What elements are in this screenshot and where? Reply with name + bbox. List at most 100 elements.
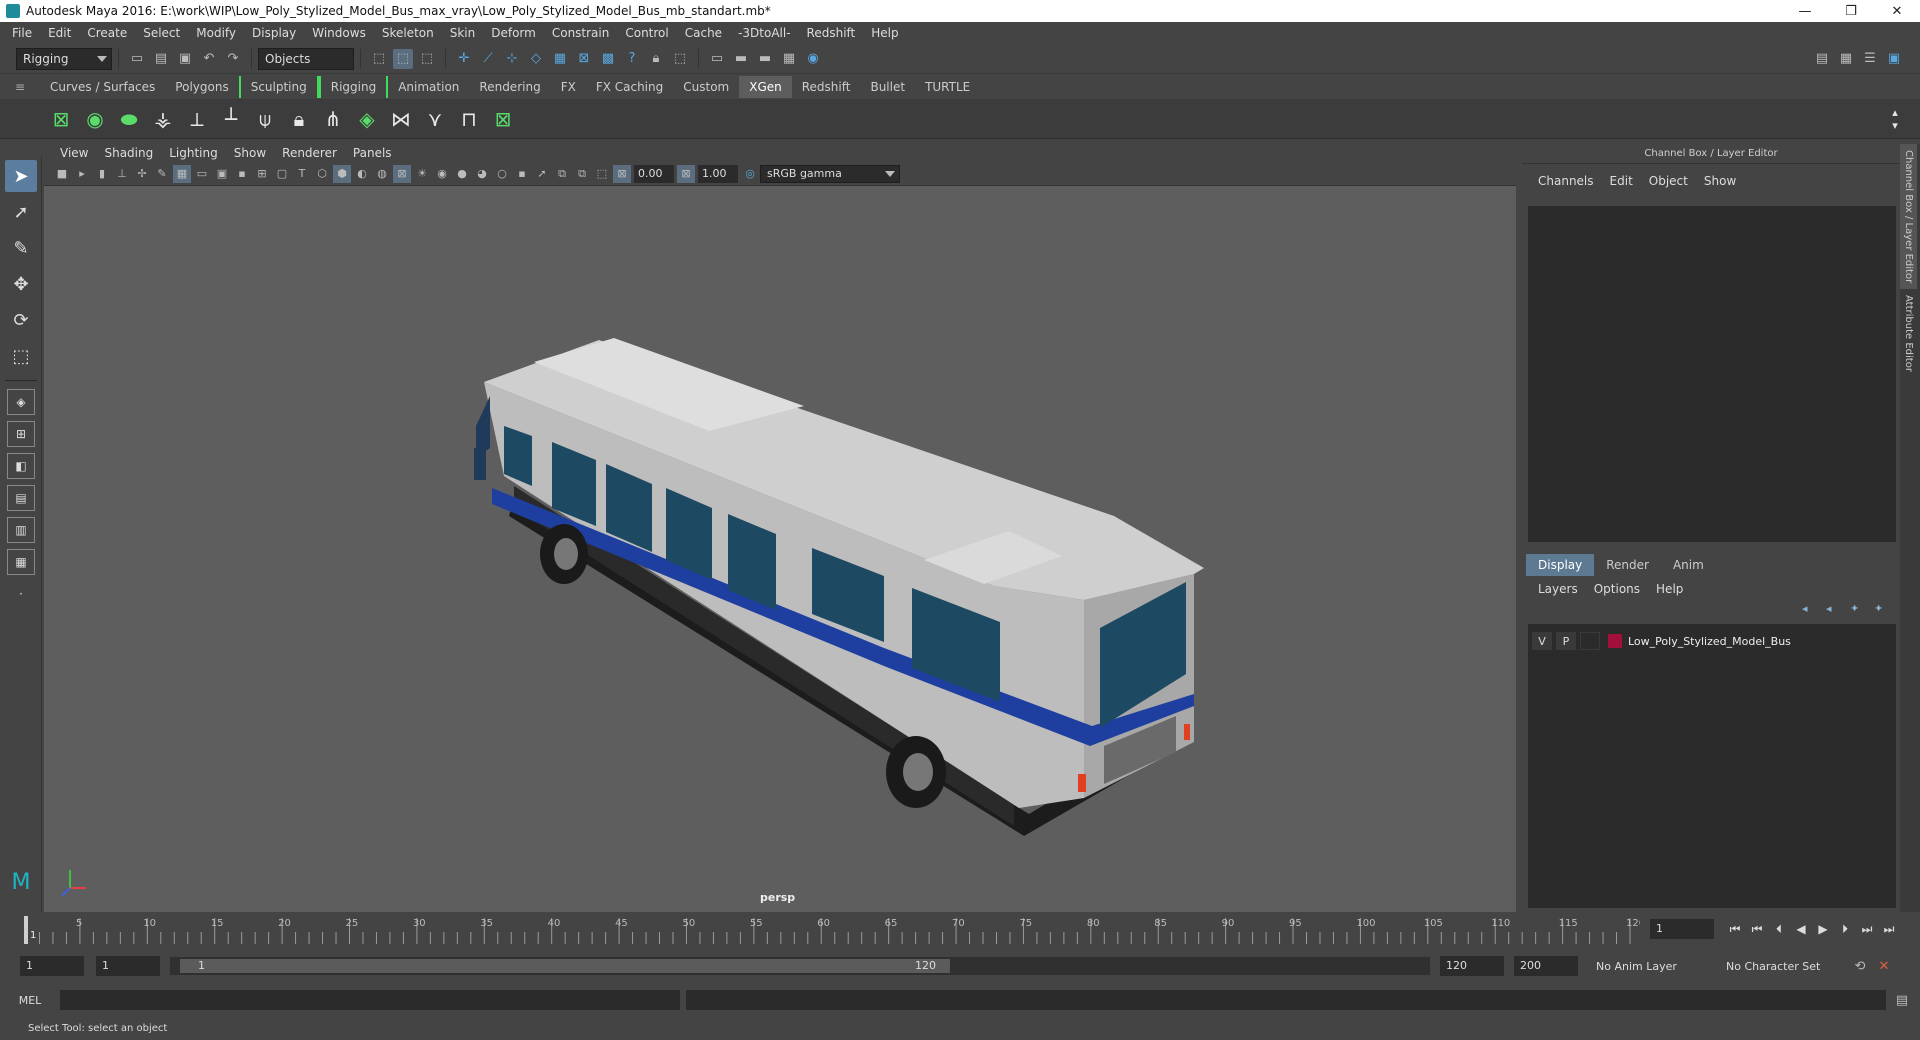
- paint-select-tool-icon[interactable]: ✎: [5, 232, 37, 264]
- shelf-menu-icon[interactable]: ≡: [0, 75, 40, 99]
- textured-icon[interactable]: ◍: [373, 165, 391, 183]
- menu-3dtoall[interactable]: -3DtoAll-: [730, 22, 798, 44]
- xgen-add-guide-icon[interactable]: ⚶: [146, 102, 180, 136]
- cb-menu-channels[interactable]: Channels: [1530, 174, 1602, 198]
- shelf-tab-curves[interactable]: Curves / Surfaces: [40, 76, 165, 98]
- snap-grid-icon[interactable]: ✛: [454, 49, 474, 69]
- shelf-tab-polygons[interactable]: Polygons: [165, 76, 238, 98]
- history-icon[interactable]: ▩: [598, 49, 618, 69]
- layer-color-swatch[interactable]: [1608, 634, 1622, 648]
- shelf-tab-rigging[interactable]: Rigging: [318, 76, 389, 98]
- color-management-icon[interactable]: ◎: [741, 165, 759, 183]
- shelf-tab-animation[interactable]: Animation: [388, 76, 469, 98]
- workspace-icon[interactable]: ▤: [1812, 49, 1832, 69]
- xgen-sculpt-icon[interactable]: ⋔: [316, 102, 350, 136]
- go-to-start-icon[interactable]: ⏮: [1724, 919, 1746, 939]
- shadows-icon[interactable]: ☀: [413, 165, 431, 183]
- scene-start-field[interactable]: 1: [20, 956, 84, 976]
- menu-cache[interactable]: Cache: [677, 22, 730, 44]
- character-set-dropdown[interactable]: No Character Set: [1720, 956, 1844, 976]
- lock-icon[interactable]: 🔒︎: [646, 49, 666, 69]
- play-forwards-icon[interactable]: ▶: [1812, 919, 1834, 939]
- le-menu-layers[interactable]: Layers: [1530, 582, 1586, 596]
- xgen-preview-icon[interactable]: ◉: [78, 102, 112, 136]
- menu-file[interactable]: File: [4, 22, 40, 44]
- minimize-button[interactable]: —: [1782, 0, 1828, 22]
- camera-attributes-icon[interactable]: ▸: [73, 165, 91, 183]
- gate-mask-icon[interactable]: ▪: [233, 165, 251, 183]
- step-back-key-icon[interactable]: ⏮: [1746, 919, 1768, 939]
- menu-windows[interactable]: Windows: [304, 22, 374, 44]
- vp-menu-panels[interactable]: Panels: [345, 146, 400, 160]
- ipr-render-icon[interactable]: ▬: [755, 49, 775, 69]
- query-icon[interactable]: ?: [622, 49, 642, 69]
- xray-joints-icon[interactable]: ⧉: [553, 165, 571, 183]
- two-d-pan-icon[interactable]: ✢: [133, 165, 151, 183]
- selection-lock-icon[interactable]: ⬚: [670, 49, 690, 69]
- xgen-layer-icon[interactable]: ◈: [350, 102, 384, 136]
- play-backwards-icon[interactable]: ◀: [1790, 919, 1812, 939]
- step-forward-key-icon[interactable]: ⏭: [1856, 919, 1878, 939]
- cb-menu-object[interactable]: Object: [1641, 174, 1696, 198]
- viewport-canvas[interactable]: persp: [44, 186, 1516, 912]
- step-back-frame-icon[interactable]: ⏴: [1768, 919, 1790, 939]
- restore-button[interactable]: ❐: [1828, 0, 1874, 22]
- scale-tool-icon[interactable]: ⬚: [5, 340, 37, 372]
- menu-control[interactable]: Control: [617, 22, 676, 44]
- film-gate-icon[interactable]: ▭: [193, 165, 211, 183]
- render-frame-icon[interactable]: ▬: [731, 49, 751, 69]
- channel-box-toggle-icon[interactable]: ▣: [1884, 49, 1904, 69]
- command-language-label[interactable]: MEL: [0, 994, 60, 1007]
- xgen-description-icon[interactable]: ⬬: [112, 102, 146, 136]
- selection-mode-dropdown[interactable]: Objects: [258, 47, 354, 70]
- script-editor-icon[interactable]: ▤: [1892, 990, 1912, 1010]
- undo-icon[interactable]: ↶: [199, 49, 219, 69]
- four-pane-layout-icon[interactable]: ⊞: [7, 421, 35, 447]
- shelf-tab-fx-caching[interactable]: FX Caching: [586, 76, 673, 98]
- xray-icon[interactable]: ➚: [533, 165, 551, 183]
- shelf-tab-turtle[interactable]: TURTLE: [915, 76, 980, 98]
- snap-live-icon[interactable]: ⊠: [574, 49, 594, 69]
- gamma-icon[interactable]: ⊠: [677, 164, 695, 183]
- xgen-place-guide-icon[interactable]: ┴: [214, 102, 248, 136]
- render-settings-icon[interactable]: ▦: [779, 49, 799, 69]
- vp-menu-lighting[interactable]: Lighting: [161, 146, 226, 160]
- menuset-dropdown[interactable]: Rigging: [16, 47, 112, 70]
- xgen-comb-icon[interactable]: ⋈: [384, 102, 418, 136]
- current-frame-field[interactable]: 1: [1650, 919, 1714, 939]
- new-layer-icon[interactable]: ✦: [1850, 602, 1868, 618]
- xgen-editor-icon[interactable]: ⊠: [44, 102, 78, 136]
- time-slider[interactable]: 1 5 10 15 20 25 30 35 40 45 50 55 60 65 70 75 80 85 90 95 10…: [20, 914, 1640, 944]
- snap-point-icon[interactable]: ⊹: [502, 49, 522, 69]
- safe-action-icon[interactable]: ▢: [273, 165, 291, 183]
- shelf-tab-fx[interactable]: FX: [551, 76, 586, 98]
- vp-menu-shading[interactable]: Shading: [96, 146, 161, 160]
- close-button[interactable]: ✕: [1874, 0, 1920, 22]
- view-transform-dropdown[interactable]: sRGB gamma: [760, 164, 900, 183]
- new-scene-icon[interactable]: ▭: [127, 49, 147, 69]
- hypershade-layout-icon[interactable]: ▦: [7, 549, 35, 575]
- command-input[interactable]: [60, 990, 680, 1010]
- exposure-icon[interactable]: ⊠: [613, 164, 631, 183]
- select-hierarchy-icon[interactable]: ⬚: [369, 49, 389, 69]
- menu-redshift[interactable]: Redshift: [799, 22, 864, 44]
- cb-menu-show[interactable]: Show: [1696, 174, 1744, 198]
- use-lights-icon[interactable]: ⊠: [393, 164, 411, 183]
- current-time-indicator[interactable]: [24, 916, 28, 944]
- grease-pencil-icon[interactable]: ✎: [153, 165, 171, 183]
- exposure-field[interactable]: 0.00: [634, 164, 674, 183]
- layer-type-toggle[interactable]: [1580, 632, 1600, 650]
- range-handle[interactable]: 1 120: [180, 959, 950, 973]
- multisample-icon[interactable]: ◕: [473, 165, 491, 183]
- xray-active-icon[interactable]: ⧉: [573, 165, 591, 183]
- side-tab-attribute-editor[interactable]: Attribute Editor: [1900, 289, 1917, 378]
- shelf-tab-xgen[interactable]: XGen: [739, 76, 792, 98]
- depth-of-field-icon[interactable]: ○: [493, 165, 511, 183]
- side-tab-channel-box[interactable]: Channel Box / Layer Editor: [1900, 144, 1917, 290]
- hypershade-icon[interactable]: ◉: [803, 49, 823, 69]
- grid-icon[interactable]: ▦: [173, 164, 191, 183]
- playback-start-field[interactable]: 1: [96, 956, 160, 976]
- single-pane-layout-icon[interactable]: ◈: [7, 389, 35, 415]
- isolate-select-icon[interactable]: ▪: [513, 165, 531, 183]
- wireframe-icon[interactable]: ⬡: [313, 165, 331, 183]
